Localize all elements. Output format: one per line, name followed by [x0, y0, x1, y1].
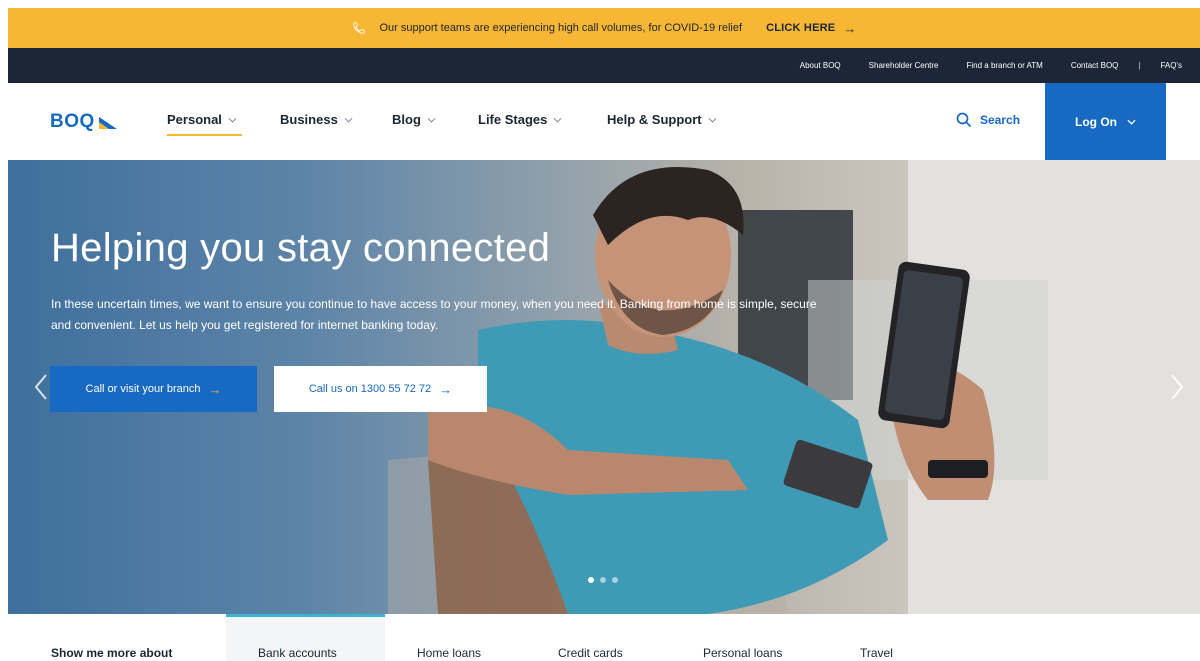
arrow-right-icon: → — [843, 20, 857, 36]
show-me-more-label: Show me more about — [51, 646, 173, 660]
search-button[interactable]: Search — [956, 112, 1020, 128]
logo-text: BOQ — [50, 111, 95, 132]
log-on-button[interactable]: Log On — [1045, 83, 1166, 160]
faqs-link[interactable]: FAQ's — [1160, 61, 1182, 70]
hero-banner: Helping you stay connected In these unce… — [8, 160, 1200, 614]
carousel-prev-arrow-icon[interactable] — [32, 372, 52, 402]
nav-blog[interactable]: Blog — [392, 112, 436, 127]
nav-life-stages-label: Life Stages — [478, 112, 548, 127]
carousel-dot[interactable] — [612, 577, 618, 583]
nav-personal-label: Personal — [167, 112, 222, 127]
hero-title: Helping you stay connected — [51, 226, 551, 270]
product-tabs: Show me more about Bank accounts Home lo… — [8, 614, 1200, 661]
carousel-dot[interactable] — [600, 577, 606, 583]
contact-boq-link[interactable]: Contact BOQ — [1071, 61, 1119, 70]
covid-alert-bar: Our support teams are experiencing high … — [8, 8, 1200, 48]
click-here-link[interactable]: CLICK HERE → — [766, 21, 856, 36]
main-nav: BOQ Personal Business Blog Life Stages H… — [8, 83, 1200, 160]
tab-bank-accounts[interactable]: Bank accounts — [258, 646, 337, 660]
boq-logo[interactable]: BOQ — [50, 111, 117, 133]
find-branch-atm-link[interactable]: Find a branch or ATM — [966, 61, 1042, 70]
call-or-visit-branch-label: Call or visit your branch — [85, 383, 201, 395]
search-label: Search — [980, 113, 1021, 127]
nav-help-support[interactable]: Help & Support — [607, 112, 717, 127]
arrow-right-icon: → — [439, 381, 453, 397]
nav-business[interactable]: Business — [280, 112, 353, 127]
tab-home-loans[interactable]: Home loans — [417, 646, 481, 660]
call-or-visit-branch-button[interactable]: Call or visit your branch → — [50, 366, 257, 412]
chevron-down-icon — [427, 117, 436, 123]
utility-nav: About BOQ Shareholder Centre Find a bran… — [8, 48, 1200, 83]
nav-business-label: Business — [280, 112, 338, 127]
phone-icon — [352, 22, 365, 34]
call-us-button[interactable]: Call us on 1300 55 72 72 → — [274, 366, 487, 412]
nav-help-support-label: Help & Support — [607, 112, 702, 127]
utility-separator: | — [1138, 61, 1141, 70]
chevron-down-icon — [344, 117, 353, 123]
search-icon — [956, 112, 972, 128]
nav-personal[interactable]: Personal — [167, 112, 242, 136]
chevron-down-icon — [228, 117, 237, 123]
chevron-down-icon — [1127, 119, 1136, 125]
carousel-dots — [588, 577, 624, 583]
tab-travel[interactable]: Travel — [860, 646, 893, 660]
log-on-label: Log On — [1075, 114, 1117, 129]
about-boq-link[interactable]: About BOQ — [800, 61, 841, 70]
arrow-right-icon: → — [208, 381, 222, 397]
carousel-dot[interactable] — [588, 577, 594, 583]
hero-description: In these uncertain times, we want to ens… — [51, 297, 817, 332]
chevron-down-icon — [708, 117, 717, 123]
carousel-next-arrow-icon[interactable] — [1166, 372, 1186, 402]
alert-message: Our support teams are experiencing high … — [379, 22, 743, 34]
shareholder-centre-link[interactable]: Shareholder Centre — [869, 61, 939, 70]
logo-mark-icon — [98, 117, 117, 129]
call-us-label: Call us on 1300 55 72 72 — [308, 383, 432, 395]
tab-credit-cards[interactable]: Credit cards — [558, 646, 623, 660]
tab-personal-loans[interactable]: Personal loans — [703, 646, 782, 660]
nav-life-stages[interactable]: Life Stages — [478, 112, 562, 127]
active-nav-underline — [167, 134, 242, 136]
nav-blog-label: Blog — [392, 112, 421, 127]
click-here-label: CLICK HERE — [766, 22, 836, 34]
chevron-down-icon — [553, 117, 562, 123]
